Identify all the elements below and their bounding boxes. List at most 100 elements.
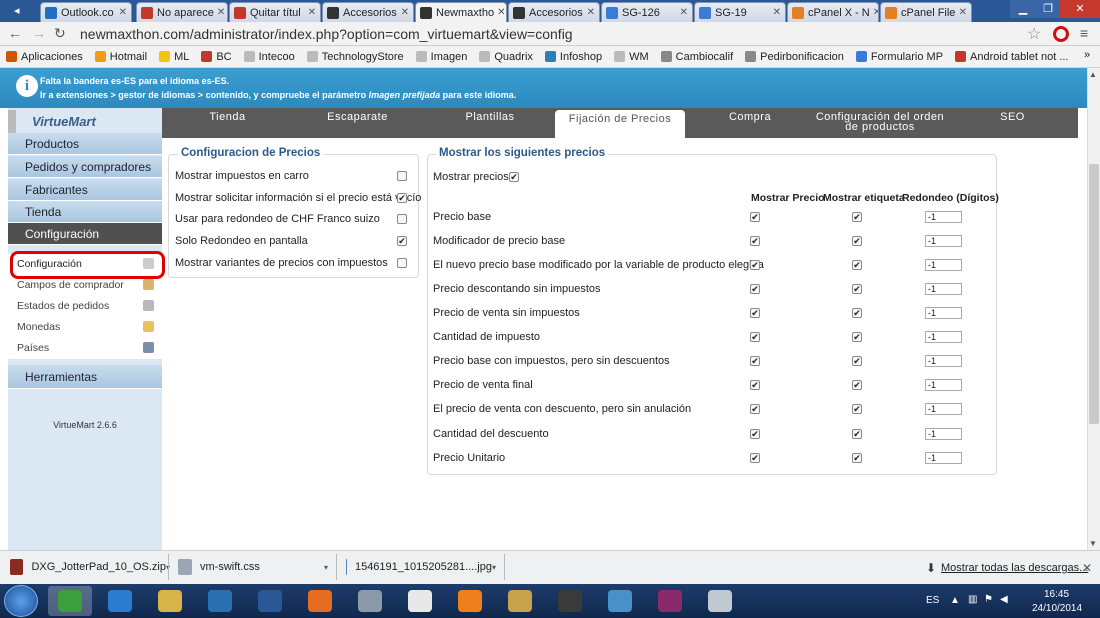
tab-close-icon[interactable]: ✕ [214,7,225,18]
tab-close-icon[interactable]: ✕ [494,7,505,18]
show-price-checkbox[interactable]: ✔ [750,284,760,294]
show-price-checkbox[interactable]: ✔ [750,308,760,318]
bookmark-item[interactable]: Pedirbonificacion [745,51,844,63]
taskbar-app-media[interactable] [198,586,242,616]
download-menu-icon[interactable]: ▾ [492,563,496,572]
browser-tab[interactable]: cPanel X - N✕ [787,2,879,22]
show-all-downloads-link[interactable]: Mostrar todas las descargas... [941,562,1088,574]
clock-date[interactable]: 24/10/2014 [1032,603,1082,614]
back-arrow-icon[interactable]: ◂ [14,4,20,17]
taskbar-app-chrome[interactable] [48,586,92,616]
sidebar-item[interactable]: Configuración [8,223,162,245]
minimize-button[interactable]: ▁ [1010,0,1036,18]
browser-tab[interactable]: Accesorios ✕ [508,2,600,22]
tab-close-icon[interactable]: ✕ [584,7,595,18]
close-downloads-icon[interactable]: ✕ [1082,561,1092,575]
sidebar-item[interactable]: Productos [8,133,162,155]
maximize-button[interactable]: ❐ [1036,0,1060,18]
sidebar-item[interactable]: Fabricantes [8,179,162,201]
sidebar-subitem[interactable]: Países [8,338,162,359]
config-tab[interactable]: Compra [690,108,810,138]
show-price-checkbox[interactable]: ✔ [750,380,760,390]
pricing-config-checkbox[interactable]: ✔ [397,193,407,203]
config-tab[interactable]: Escaparate [300,108,415,138]
tab-close-icon[interactable]: ✕ [677,7,688,18]
bookmark-item[interactable]: Intecoo [243,51,295,63]
show-tag-checkbox[interactable]: ✔ [852,429,862,439]
download-menu-icon[interactable]: ▾ [324,563,328,572]
show-tag-checkbox[interactable]: ✔ [852,284,862,294]
tab-close-icon[interactable]: ✕ [770,7,781,18]
close-window-button[interactable]: ✕ [1060,0,1100,18]
start-button[interactable] [4,585,38,617]
sidebar-subitem[interactable]: Monedas [8,317,162,338]
taskbar-app-explorer[interactable] [148,586,192,616]
show-price-checkbox[interactable]: ✔ [750,332,760,342]
tab-close-icon[interactable]: ✕ [116,7,127,18]
bookmark-item[interactable]: BC [201,51,232,63]
rounding-input[interactable]: -1 [925,211,962,223]
extension-icon[interactable] [1053,26,1069,42]
show-tag-checkbox[interactable]: ✔ [852,236,862,246]
flag-icon[interactable]: ⚑ [984,594,993,605]
taskbar-app-scanner[interactable] [698,586,742,616]
browser-tab[interactable]: cPanel File ✕ [880,2,972,22]
pricing-config-checkbox[interactable] [397,214,407,224]
bookmark-item[interactable]: Imagen [415,51,467,63]
rounding-input[interactable]: -1 [925,283,962,295]
taskbar-app-n-app[interactable] [448,586,492,616]
show-price-checkbox[interactable]: ✔ [750,212,760,222]
scroll-up-icon[interactable]: ▲ [1089,70,1097,79]
pricing-config-checkbox[interactable] [397,171,407,181]
show-price-checkbox[interactable]: ✔ [750,453,760,463]
show-tag-checkbox[interactable]: ✔ [852,332,862,342]
taskbar-app-inkscape[interactable] [398,586,442,616]
bookmark-item[interactable]: Infoshop [544,51,602,63]
taskbar-app-winrar[interactable] [648,586,692,616]
sidebar-item[interactable]: Tienda [8,201,162,223]
show-price-checkbox[interactable]: ✔ [750,429,760,439]
taskbar-app-talk[interactable] [598,586,642,616]
download-item[interactable]: vm-swift.css ▾ [178,554,328,580]
browser-tab[interactable]: No aparece ✕ [136,2,228,22]
bookmark-item[interactable]: Quadrix [479,51,533,63]
rounding-input[interactable]: -1 [925,259,962,271]
rounding-input[interactable]: -1 [925,307,962,319]
network-icon[interactable]: ▥ [968,594,977,605]
show-prices-toggle-checkbox[interactable]: ✔ [509,172,519,182]
bookmark-star-icon[interactable]: ☆ [1027,24,1041,44]
scroll-down-icon[interactable]: ▼ [1089,539,1097,548]
menu-icon[interactable]: ≡ [1080,25,1088,41]
show-price-checkbox[interactable]: ✔ [750,260,760,270]
show-price-checkbox[interactable]: ✔ [750,404,760,414]
pricing-config-checkbox[interactable]: ✔ [397,236,407,246]
clock-time[interactable]: 16:45 [1044,589,1069,600]
scrollbar-thumb[interactable] [1089,164,1099,424]
show-price-checkbox[interactable]: ✔ [750,356,760,366]
taskbar-app-coin[interactable] [498,586,542,616]
address-input[interactable]: newmaxthon.com/administrator/index.php?o… [80,24,1050,44]
tab-close-icon[interactable]: ✕ [305,7,316,18]
taskbar-app-firefox[interactable] [298,586,342,616]
pricing-config-checkbox[interactable] [397,258,407,268]
browser-tab[interactable]: SG-19 ✕ [694,2,786,22]
taskbar-app-word[interactable] [248,586,292,616]
config-tab[interactable]: Fijación de Precios [555,110,685,138]
config-tab-orden[interactable]: Configuración del orden de productos [810,108,950,138]
sidebar-item-herramientas[interactable]: Herramientas [8,365,162,389]
bookmarks-overflow-icon[interactable]: » [1084,49,1090,61]
show-price-checkbox[interactable]: ✔ [750,236,760,246]
rounding-input[interactable]: -1 [925,235,962,247]
bookmark-item[interactable]: ML [159,51,189,63]
tab-close-icon[interactable]: ✕ [870,7,878,18]
tab-close-icon[interactable]: ✕ [956,7,967,18]
rounding-input[interactable]: -1 [925,331,962,343]
rounding-input[interactable]: -1 [925,452,962,464]
download-item[interactable]: DXG_JotterPad_10_OS.zip▾ [10,554,170,580]
reload-button[interactable]: ↻ [54,25,66,42]
bookmark-item[interactable]: Formulario MP [855,51,943,63]
config-tab[interactable]: Tienda [170,108,285,138]
show-tag-checkbox[interactable]: ✔ [852,380,862,390]
download-item[interactable]: 1546191_1015205281....jpg ▾ [346,554,496,580]
bookmark-item[interactable]: Cambiocalif [660,51,733,63]
